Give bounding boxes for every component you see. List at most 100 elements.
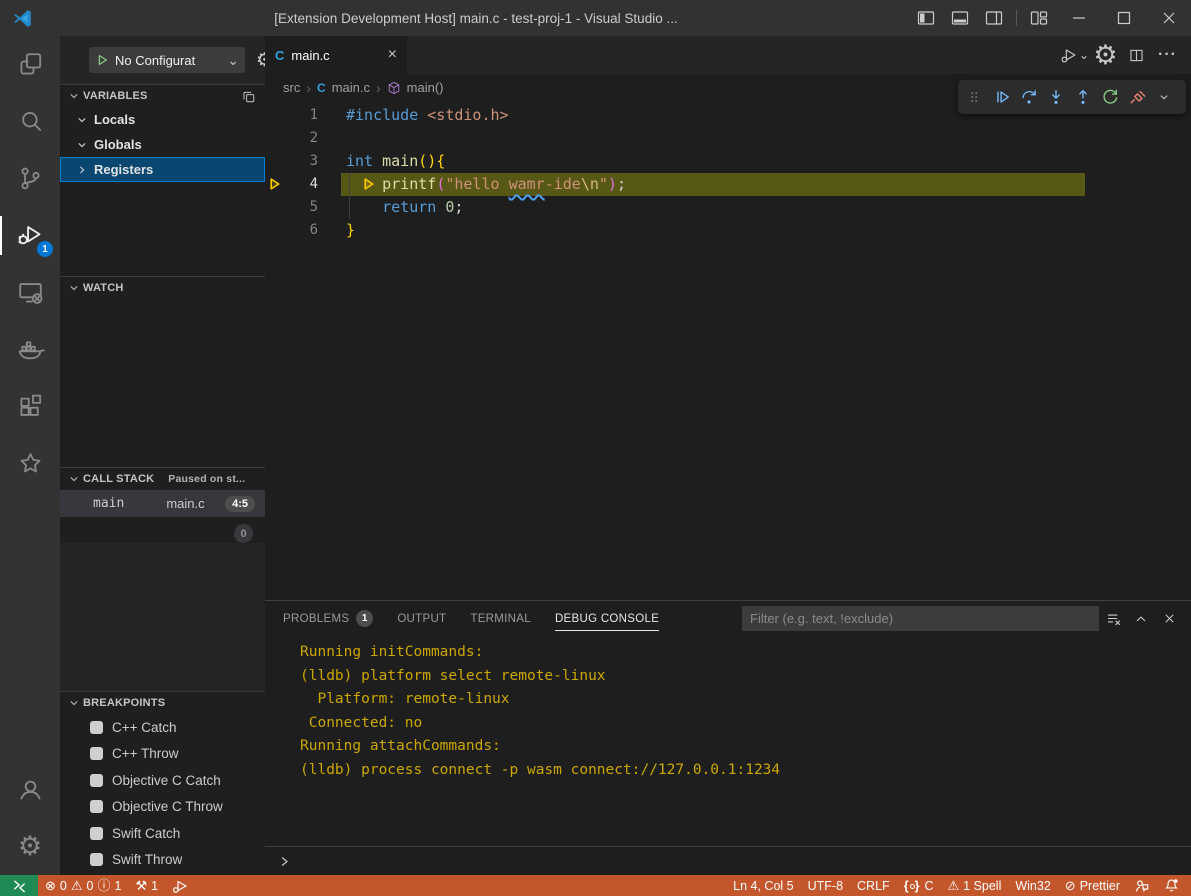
settings-gear-icon[interactable]: ⚙ [1090, 36, 1121, 74]
breakpoint-row[interactable]: C++ Throw [60, 741, 265, 768]
breakpoint-row[interactable]: Swift Throw [60, 847, 265, 874]
variables-item-locals[interactable]: Locals [60, 107, 265, 132]
language-mode[interactable]: {} C [897, 875, 941, 896]
panel-tab-problems[interactable]: PROBLEMS1 [283, 601, 373, 636]
toggle-sidebar-icon[interactable] [909, 0, 943, 36]
disconnect-button[interactable] [1123, 82, 1150, 112]
maximize-button[interactable] [1101, 0, 1146, 36]
tools-status[interactable]: ⚒1 [128, 875, 165, 896]
variables-item-registers[interactable]: Registers [60, 157, 265, 182]
breakpoints-header[interactable]: BREAKPOINTS [60, 692, 265, 714]
clear-console-icon[interactable] [1099, 605, 1127, 633]
code-line-6[interactable]: 6} [265, 219, 1191, 242]
start-debug-icon[interactable] [95, 53, 109, 67]
activity-item-search[interactable] [0, 93, 60, 150]
checkbox-unchecked[interactable] [90, 853, 103, 866]
open-launch-config-icon[interactable]: ⚙ [256, 51, 265, 70]
toggle-secondary-sidebar-icon[interactable] [977, 0, 1011, 36]
line-number: 1 [285, 104, 318, 127]
remote-indicator[interactable] [0, 875, 38, 896]
console-filter-input[interactable] [742, 606, 1099, 631]
feedback-status[interactable] [1127, 875, 1157, 896]
variables-item-globals[interactable]: Globals [60, 132, 265, 157]
activity-item-extensions[interactable] [0, 378, 60, 435]
continue-icon [993, 88, 1011, 106]
platform-target[interactable]: Win32 [1008, 875, 1057, 896]
code-line-2[interactable]: 2 [265, 127, 1191, 150]
activity-item-explorer[interactable] [0, 36, 60, 93]
activity-item-run-and-debug[interactable]: 1 [0, 207, 60, 264]
minimize-button[interactable] [1056, 0, 1101, 36]
step-out-button[interactable] [1069, 82, 1096, 112]
run-or-debug-button[interactable]: ⌄ [1059, 36, 1090, 74]
info-icon: ⓘ [97, 879, 110, 892]
console-line: (lldb) process connect -p wasm connect:/… [300, 759, 1191, 783]
checkbox-unchecked[interactable] [90, 721, 103, 734]
close-button[interactable] [1146, 0, 1191, 36]
breadcrumb-folder[interactable]: src [283, 80, 300, 95]
chevron-down-icon: ⌄ [227, 55, 239, 65]
cursor-position[interactable]: Ln 4, Col 5 [726, 875, 800, 896]
checkbox-unchecked[interactable] [90, 800, 103, 813]
problems-status[interactable]: ⊗0 ⚠0 ⓘ1 [38, 875, 128, 896]
activity-item-remote-explorer[interactable] [0, 264, 60, 321]
activity-item-source-control[interactable] [0, 150, 60, 207]
toggle-panel-icon[interactable] [943, 0, 977, 36]
encoding[interactable]: UTF-8 [801, 875, 850, 896]
remote-icon [16, 278, 45, 307]
checkbox-unchecked[interactable] [90, 747, 103, 760]
eol-sequence[interactable]: CRLF [850, 875, 897, 896]
controls-divider [1016, 10, 1017, 26]
window-title: [Extension Development Host] main.c - te… [43, 11, 909, 26]
drag-handle-button[interactable] [961, 82, 988, 112]
close-panel-icon[interactable] [1155, 605, 1183, 633]
restart-button[interactable] [1096, 82, 1123, 112]
step-into-button[interactable] [1042, 82, 1069, 112]
call-stack-header[interactable]: CALL STACK Paused on st... [60, 468, 265, 490]
debug-status[interactable] [165, 875, 195, 896]
activity-item-accounts[interactable] [0, 761, 60, 818]
breakpoint-row[interactable]: Swift Catch [60, 820, 265, 847]
panel-tab-output[interactable]: OUTPUT [397, 601, 446, 636]
maximize-panel-icon[interactable] [1127, 605, 1155, 633]
more-actions-button[interactable] [1150, 82, 1177, 112]
code-editor[interactable]: 1#include <stdio.h>23int main(){4 printf… [265, 101, 1191, 600]
symbol-cube-icon [387, 81, 401, 95]
checkbox-unchecked[interactable] [90, 774, 103, 787]
customize-layout-icon[interactable] [1022, 0, 1056, 36]
stack-frame[interactable]: mainmain.c4:5 [60, 490, 265, 517]
tab-main-c[interactable]: C main.c × [265, 36, 407, 74]
more-actions-icon[interactable]: ··· [1152, 36, 1183, 74]
activity-item-settings[interactable]: ⚙ [0, 818, 60, 875]
code-line-3[interactable]: 3int main(){ [265, 150, 1191, 173]
breadcrumb-file[interactable]: main.c [332, 80, 370, 95]
line-number: 2 [285, 127, 318, 150]
breakpoint-row[interactable]: C++ Catch [60, 714, 265, 741]
activity-item-docker[interactable] [0, 321, 60, 378]
code-line-4[interactable]: 4 printf("hello wamr-ide\n"); [265, 173, 1191, 196]
step-over-button[interactable] [1015, 82, 1042, 112]
split-editor-icon[interactable] [1121, 36, 1152, 74]
panel-tab-debug-console[interactable]: DEBUG CONSOLE [555, 601, 659, 636]
activity-item-favorites[interactable] [0, 435, 60, 492]
restart-icon [1101, 88, 1119, 106]
notifications-bell[interactable] [1157, 875, 1191, 896]
activity-bar: 1 ⚙ [0, 36, 60, 875]
breakpoint-row[interactable]: Objective C Throw [60, 794, 265, 821]
bell-icon [1164, 878, 1179, 893]
breadcrumb-symbol[interactable]: main() [407, 80, 444, 95]
debug-config-label: No Configurat [115, 53, 225, 68]
formatter-status[interactable]: ⊘ Prettier [1058, 875, 1127, 896]
code-line-5[interactable]: 5 return 0; [265, 196, 1191, 219]
checkbox-unchecked[interactable] [90, 827, 103, 840]
continue-button[interactable] [988, 82, 1015, 112]
copy-icon[interactable] [241, 89, 256, 104]
watch-header[interactable]: WATCH [60, 277, 265, 299]
panel-tab-terminal[interactable]: TERMINAL [470, 601, 531, 636]
spell-checker-status[interactable]: ⚠ 1 Spell [940, 875, 1008, 896]
debug-config-dropdown[interactable]: No Configurat ⌄ [89, 47, 245, 73]
breakpoint-row[interactable]: Objective C Catch [60, 767, 265, 794]
variables-header[interactable]: VARIABLES [60, 85, 265, 107]
debug-console-input[interactable] [265, 846, 1191, 875]
close-tab-icon[interactable]: × [388, 46, 397, 64]
